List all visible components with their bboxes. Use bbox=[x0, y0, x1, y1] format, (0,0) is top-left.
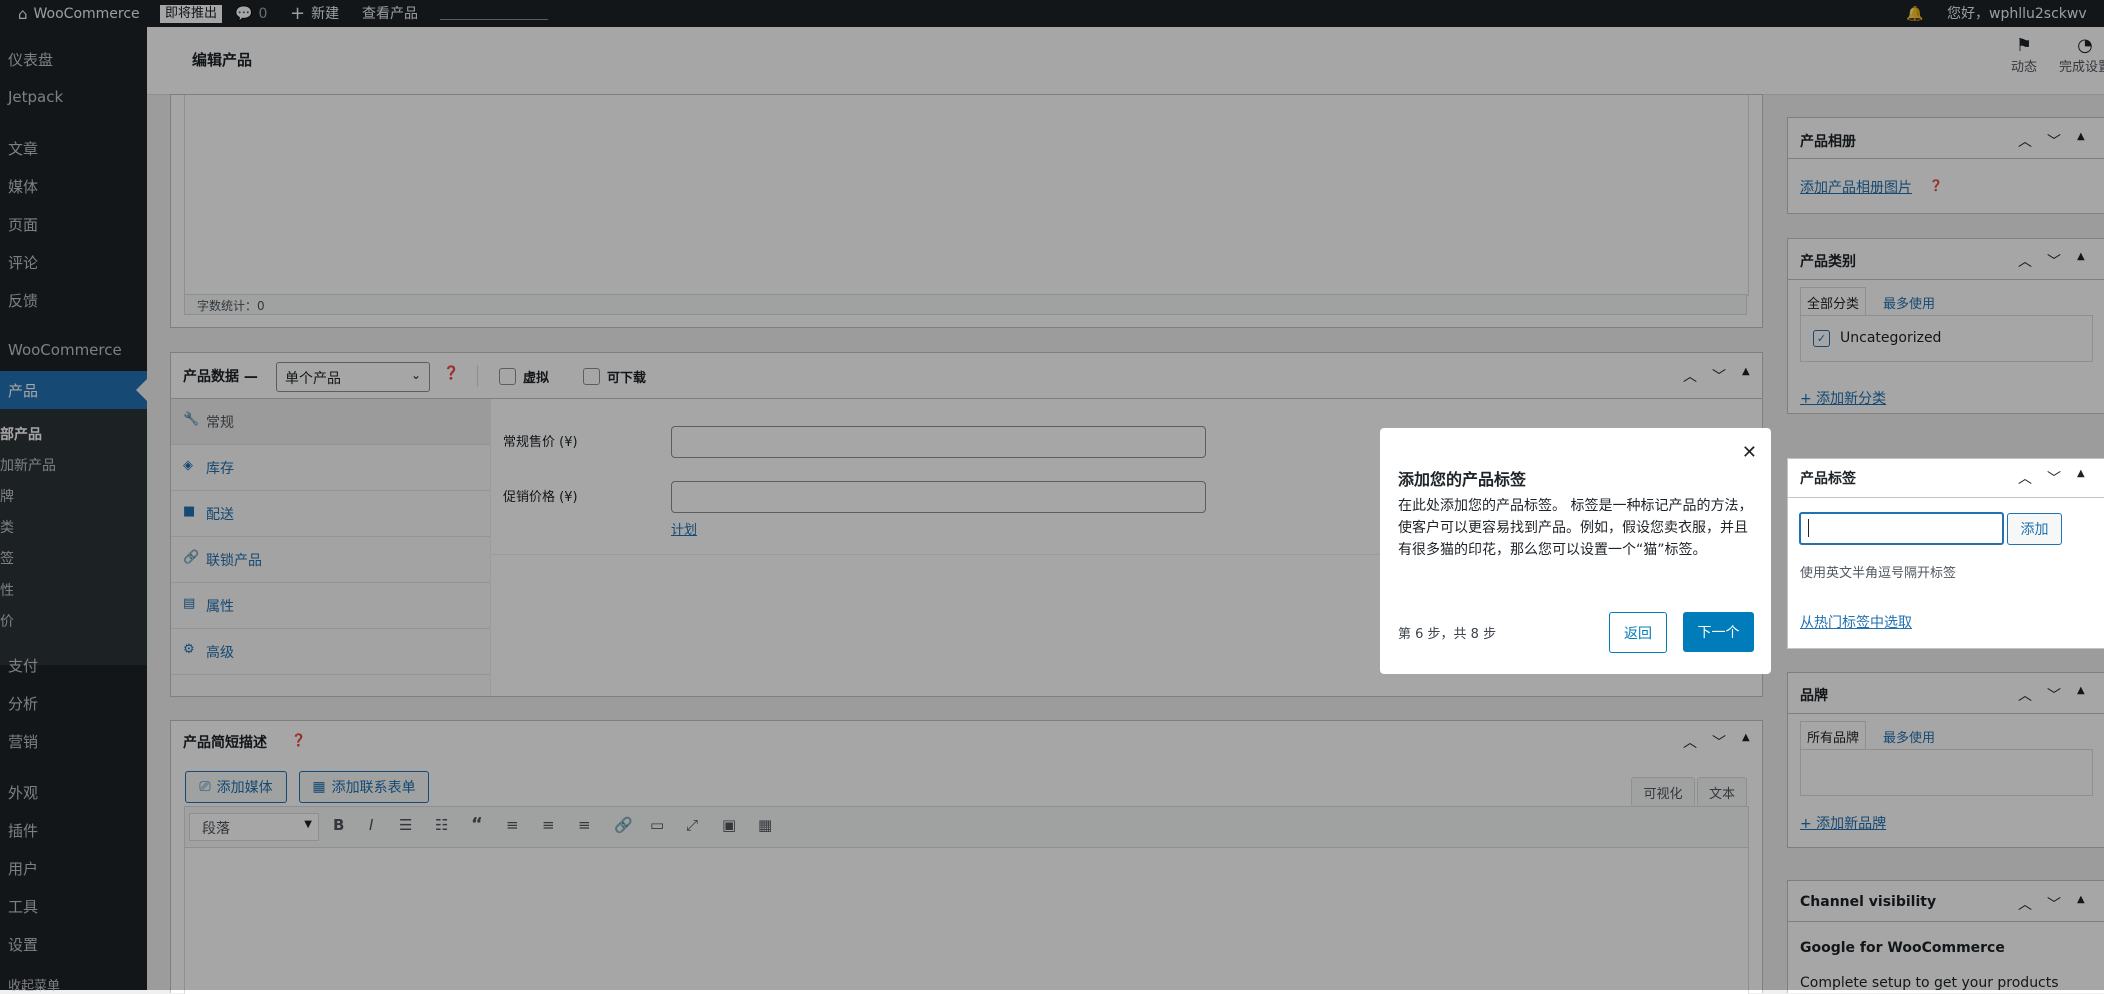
text-cursor bbox=[1808, 519, 1809, 537]
move-down-icon[interactable]: ﹀ bbox=[2047, 468, 2061, 488]
tour-next-button[interactable]: 下一个 bbox=[1683, 612, 1754, 652]
tour-step-counter: 第 6 步，共 8 步 bbox=[1398, 627, 1497, 642]
tour-title: 添加您的产品标签 bbox=[1398, 470, 1527, 489]
product-tags-panel: 产品标签 ︿ ﹀ ▲ 添加 使用英文半角逗号隔开标签 从热门标签中选取 bbox=[1787, 458, 2104, 649]
move-up-icon[interactable]: ︿ bbox=[2018, 468, 2032, 488]
tag-input[interactable] bbox=[1799, 512, 2004, 545]
tour-body: 在此处添加您的产品标签。 标签是一种标记产品的方法，使客户可以更容易找到产品。例… bbox=[1398, 498, 1753, 558]
tour-tooltip: ✕ 添加您的产品标签 在此处添加您的产品标签。 标签是一种标记产品的方法，使客户… bbox=[1380, 428, 1771, 674]
divider bbox=[1788, 497, 2104, 498]
close-icon[interactable]: ✕ bbox=[1742, 442, 1757, 463]
choose-popular-tags-link[interactable]: 从热门标签中选取 bbox=[1800, 612, 1912, 632]
collapse-toggle-icon[interactable]: ▲ bbox=[2077, 468, 2085, 479]
add-tag-button[interactable]: 添加 bbox=[2007, 513, 2062, 545]
tags-title: 产品标签 bbox=[1800, 471, 1856, 487]
tags-hint: 使用英文半角逗号隔开标签 bbox=[1800, 566, 1957, 581]
tour-back-button[interactable]: 返回 bbox=[1609, 612, 1667, 653]
